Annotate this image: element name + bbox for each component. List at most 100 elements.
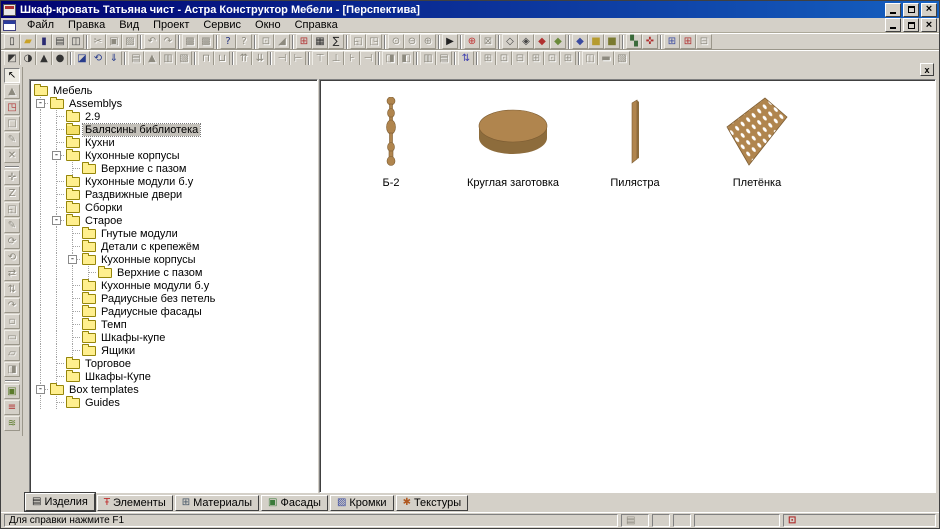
move-button[interactable]: ✛: [4, 170, 20, 185]
print-button[interactable]: ▤: [52, 34, 68, 49]
fit-width-button[interactable]: ⊣: [274, 51, 290, 66]
stack-down-button[interactable]: ⇊: [252, 51, 268, 66]
tree-item[interactable]: Торговое: [33, 357, 317, 370]
frame-gray-button[interactable]: ⊟: [696, 34, 712, 49]
insert-rotate-button[interactable]: ⟲: [90, 51, 106, 66]
cube-blue-button[interactable]: ◆: [572, 34, 588, 49]
tree-collapse-icon[interactable]: -: [68, 255, 77, 264]
button-face-button[interactable]: ⊡: [258, 34, 274, 49]
move-z-box-button[interactable]: ◱: [4, 202, 20, 217]
menu-edit[interactable]: Правка: [61, 18, 112, 32]
library-item-baluster[interactable]: Б-2: [330, 96, 452, 189]
cube-hidden-lines-button[interactable]: ◈: [518, 34, 534, 49]
summary-button[interactable]: ∑: [328, 34, 344, 49]
cell-all-button[interactable]: ⊞: [560, 51, 576, 66]
tree-item-label[interactable]: Балясины библиотека: [83, 124, 200, 136]
tab-materials[interactable]: ⊞Материалы: [175, 495, 259, 511]
joint-points-button[interactable]: ✜: [642, 34, 658, 49]
panel-close-button[interactable]: x: [920, 63, 934, 76]
tree-item[interactable]: Кухонные модули б.у: [33, 279, 317, 292]
frame-blue-button[interactable]: ⊞: [664, 34, 680, 49]
tree-item-label[interactable]: Темп: [99, 319, 129, 331]
tab-edges[interactable]: ▨Кромки: [330, 495, 394, 511]
menu-service[interactable]: Сервис: [196, 18, 248, 32]
snap-axis-button[interactable]: ⊕: [464, 34, 480, 49]
tree-item[interactable]: Ящики: [33, 344, 317, 357]
tree-item-label[interactable]: Раздвижные двери: [83, 189, 184, 201]
tree-item[interactable]: Кухни: [33, 136, 317, 149]
library-item-pilaster[interactable]: Пилястра: [574, 96, 696, 189]
tree-item[interactable]: -Кухонные корпусы: [33, 149, 317, 162]
tree-collapse-icon[interactable]: -: [36, 99, 45, 108]
redo-button[interactable]: ↷: [160, 34, 176, 49]
delete-selection-button[interactable]: ⊠: [480, 34, 496, 49]
print-preview-button[interactable]: ◫: [68, 34, 84, 49]
tree-collapse-icon[interactable]: -: [52, 216, 61, 225]
tree-collapse-icon[interactable]: -: [36, 385, 45, 394]
mdi-minimize-button[interactable]: [885, 18, 901, 32]
mirror-right-button[interactable]: ◧: [398, 51, 414, 66]
orbit-view-button[interactable]: ▶: [442, 34, 458, 49]
mdi-restore-button[interactable]: [903, 18, 919, 32]
select-face-button[interactable]: ◪: [74, 51, 90, 66]
tree-item[interactable]: -Assemblys: [33, 97, 317, 110]
tree-item[interactable]: Балясины библиотека: [33, 123, 317, 136]
context-help-button[interactable]: ?: [236, 34, 252, 49]
tree-item-label[interactable]: Старое: [83, 215, 124, 227]
cut-button[interactable]: ✂: [90, 34, 106, 49]
window-layout-1-button[interactable]: ◱: [350, 34, 366, 49]
paste-button[interactable]: ▨: [122, 34, 138, 49]
tree-item[interactable]: Шкафы-купе: [33, 331, 317, 344]
help-about-button[interactable]: ?: [220, 34, 236, 49]
tree-item-label[interactable]: Кухни: [83, 137, 117, 149]
align-group-4-button[interactable]: ▧: [176, 51, 192, 66]
pin-right-button[interactable]: ⊣: [360, 51, 376, 66]
tree-item[interactable]: Сборки: [33, 201, 317, 214]
tree-item[interactable]: 2.9: [33, 110, 317, 123]
slope-button[interactable]: ◢: [274, 34, 290, 49]
distribute-2-button[interactable]: ⊔: [214, 51, 230, 66]
cell-middle-button[interactable]: ⊡: [496, 51, 512, 66]
cell-bottom-button[interactable]: ⊟: [512, 51, 528, 66]
tree-item[interactable]: Темп: [33, 318, 317, 331]
material-fill-button[interactable]: ▣: [4, 384, 20, 399]
undo-button[interactable]: ↶: [144, 34, 160, 49]
copy-button[interactable]: ▣: [106, 34, 122, 49]
tree-item[interactable]: -Кухонные корпусы: [33, 253, 317, 266]
zoom-out-button[interactable]: ⊖: [404, 34, 420, 49]
move-z-button[interactable]: Z: [4, 186, 20, 201]
fit-height-button[interactable]: ⊢: [290, 51, 306, 66]
tree-item-label[interactable]: Гнутые модули: [99, 228, 180, 240]
clone-button[interactable]: ▱: [4, 346, 20, 361]
selection-frame-button[interactable]: ▫: [4, 314, 20, 329]
library-item-round-blank[interactable]: Круглая заготовка: [452, 96, 574, 189]
solid-cylinder-button[interactable]: ◑: [20, 51, 36, 66]
align-group-1-button[interactable]: ▤: [128, 51, 144, 66]
tree-item-label[interactable]: Guides: [83, 397, 122, 409]
tree-item-label[interactable]: Торговое: [83, 358, 133, 370]
flip-horizontal-button[interactable]: ⇄: [4, 266, 20, 281]
box-olive-button[interactable]: ■: [604, 34, 620, 49]
tree-item-label[interactable]: Box templates: [67, 384, 141, 396]
rotate-90-button[interactable]: ↷: [4, 298, 20, 313]
tree-item-label[interactable]: Шкафы-Купе: [83, 371, 153, 383]
menu-window[interactable]: Окно: [248, 18, 288, 32]
drop-to-plane-button[interactable]: ⇓: [106, 51, 122, 66]
tree-item[interactable]: Гнутые модули: [33, 227, 317, 240]
restore-button[interactable]: [903, 3, 919, 17]
rotate-cw-button[interactable]: ⟳: [4, 234, 20, 249]
tree-item-label[interactable]: Сборки: [83, 202, 124, 214]
solid-sphere-button[interactable]: ●: [52, 51, 68, 66]
module-pair-button[interactable]: ▚: [626, 34, 642, 49]
terrain-button[interactable]: ▲: [4, 84, 20, 99]
tree-item-label[interactable]: Ящики: [99, 345, 137, 357]
tab-elements[interactable]: ŦЭлементы: [97, 495, 173, 511]
pin-top-button[interactable]: ⊤: [312, 51, 328, 66]
solid-cone-button[interactable]: ▲: [36, 51, 52, 66]
new-document-button[interactable]: ▯: [4, 34, 20, 49]
tree-item-label[interactable]: Радиусные фасады: [99, 306, 204, 318]
fence-button[interactable]: ▦: [312, 34, 328, 49]
texture-stack-button[interactable]: ≋: [4, 416, 20, 431]
selection-frame-2-button[interactable]: ▭: [4, 330, 20, 345]
center-h-button[interactable]: ▥: [420, 51, 436, 66]
